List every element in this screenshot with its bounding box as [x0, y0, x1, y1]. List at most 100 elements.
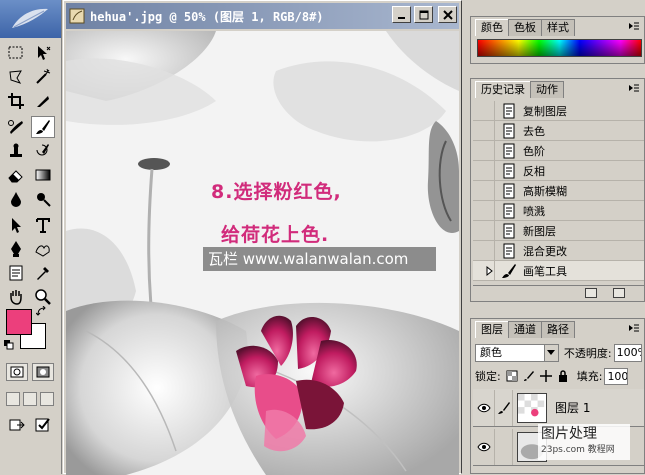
layer-thumbnail: [517, 392, 547, 423]
history-snapshot-checkbox[interactable]: [473, 121, 495, 140]
annotation-line-2: 给荷花上色.: [221, 224, 330, 246]
history-snapshot-checkbox[interactable]: [473, 161, 495, 180]
history-step-icon: [503, 243, 515, 258]
type-tool[interactable]: [31, 214, 55, 236]
healing-brush-icon: [8, 120, 23, 134]
layer-name: 图层 1: [555, 401, 591, 415]
standard-screen-button[interactable]: [6, 392, 20, 406]
zoom-tool[interactable]: [31, 286, 55, 308]
tab-layers[interactable]: 图层: [475, 321, 509, 338]
stamp-icon: [10, 143, 22, 157]
history-state-marker[interactable]: [473, 261, 495, 280]
history-snapshot-checkbox[interactable]: [473, 241, 495, 260]
hand-tool[interactable]: [4, 286, 28, 308]
history-item[interactable]: 混合更改: [473, 241, 644, 261]
lock-transparency-icon[interactable]: [506, 370, 518, 382]
blur-tool[interactable]: [4, 188, 28, 210]
history-item[interactable]: 复制图层: [473, 101, 644, 121]
color-spectrum-bar[interactable]: [477, 39, 642, 57]
logo-line-2: 23ps.com 教程网: [541, 445, 615, 455]
standard-mode-icon: [10, 366, 24, 378]
default-colors-icon[interactable]: [4, 340, 14, 350]
opacity-input[interactable]: 100%: [613, 344, 642, 362]
history-item[interactable]: 新图层: [473, 221, 644, 241]
standard-mode-button[interactable]: [6, 363, 28, 381]
fill-input[interactable]: 100%: [604, 367, 629, 385]
panel-menu-icon[interactable]: [628, 323, 640, 333]
tab-channels[interactable]: 通道: [508, 321, 542, 338]
history-step-icon: [503, 203, 515, 218]
eye-icon: [476, 442, 491, 451]
panel-menu-icon[interactable]: [628, 83, 640, 93]
history-item-label: 画笔工具: [523, 264, 567, 278]
panel-menu-icon[interactable]: [628, 21, 640, 31]
history-item[interactable]: 喷溅: [473, 201, 644, 221]
marquee-tool[interactable]: [4, 42, 28, 64]
new-document-from-state-icon[interactable]: [585, 288, 597, 298]
history-snapshot-checkbox[interactable]: [473, 201, 495, 220]
lock-image-icon[interactable]: [523, 370, 535, 382]
magic-wand-tool[interactable]: [31, 66, 55, 88]
layer-row[interactable]: 图层 1: [473, 389, 644, 427]
tab-styles[interactable]: 样式: [541, 19, 575, 36]
type-icon: [36, 218, 50, 233]
new-snapshot-icon[interactable]: [613, 288, 625, 298]
brush-tool[interactable]: [31, 116, 55, 138]
history-item[interactable]: 色阶: [473, 141, 644, 161]
foreground-color-swatch[interactable]: [6, 309, 32, 335]
image-canvas[interactable]: 8.选择粉红色, 给荷花上色. 瓦栏 www.walanwalan.com: [66, 31, 459, 475]
checkbox-tool-button[interactable]: [34, 416, 52, 434]
brush-icon: [497, 401, 510, 414]
maximize-button[interactable]: [414, 6, 433, 23]
pen-tool[interactable]: [4, 238, 28, 260]
tab-swatches[interactable]: 色板: [508, 19, 542, 36]
lasso-tool[interactable]: [4, 66, 28, 88]
crop-tool[interactable]: [4, 90, 28, 112]
quick-mask-button[interactable]: [32, 363, 54, 381]
history-brush-tool[interactable]: [31, 140, 55, 162]
history-item[interactable]: 反相: [473, 161, 644, 181]
path-selection-tool[interactable]: [4, 214, 28, 236]
blend-mode-select[interactable]: 颜色: [475, 344, 559, 362]
dodge-tool[interactable]: [31, 188, 55, 210]
history-snapshot-checkbox[interactable]: [473, 181, 495, 200]
layer-visibility-toggle[interactable]: [473, 389, 495, 426]
history-item[interactable]: 去色: [473, 121, 644, 141]
jump-to-imageready-button[interactable]: [8, 416, 26, 434]
layer-visibility-toggle[interactable]: [473, 428, 495, 465]
dodge-icon: [37, 193, 51, 207]
check-icon: [35, 418, 50, 432]
close-icon: [442, 9, 453, 20]
history-snapshot-checkbox[interactable]: [473, 141, 495, 160]
slice-tool[interactable]: [31, 90, 55, 112]
healing-brush-tool[interactable]: [4, 116, 28, 138]
move-tool[interactable]: [31, 42, 55, 64]
color-panel: 颜色 色板 样式: [470, 16, 645, 64]
notes-tool[interactable]: [4, 262, 28, 284]
swap-colors-icon[interactable]: [36, 306, 48, 318]
history-snapshot-checkbox[interactable]: [473, 101, 495, 120]
tab-paths[interactable]: 路径: [541, 321, 575, 338]
minimize-button[interactable]: [392, 6, 411, 23]
history-step-icon: [503, 103, 515, 118]
history-item-label: 反相: [523, 164, 545, 178]
full-screen-button[interactable]: [40, 392, 54, 406]
history-item-current[interactable]: 画笔工具: [473, 261, 644, 281]
history-item[interactable]: 高斯模糊: [473, 181, 644, 201]
eyedropper-tool[interactable]: [31, 262, 55, 284]
full-screen-menu-button[interactable]: [23, 392, 37, 406]
eraser-tool[interactable]: [4, 164, 28, 186]
history-snapshot-checkbox[interactable]: [473, 221, 495, 240]
lock-all-icon[interactable]: [557, 370, 569, 382]
minimize-icon: [397, 16, 405, 19]
close-button[interactable]: [438, 6, 457, 23]
history-item-label: 高斯模糊: [523, 184, 567, 198]
tab-history[interactable]: 历史记录: [475, 81, 531, 98]
gradient-tool[interactable]: [31, 164, 55, 186]
clone-stamp-tool[interactable]: [4, 140, 28, 162]
lock-position-icon[interactable]: [539, 370, 552, 382]
custom-shape-tool[interactable]: [31, 238, 55, 260]
tab-color[interactable]: 颜色: [475, 19, 509, 36]
tab-actions[interactable]: 动作: [530, 81, 564, 98]
history-step-icon: [503, 163, 515, 178]
